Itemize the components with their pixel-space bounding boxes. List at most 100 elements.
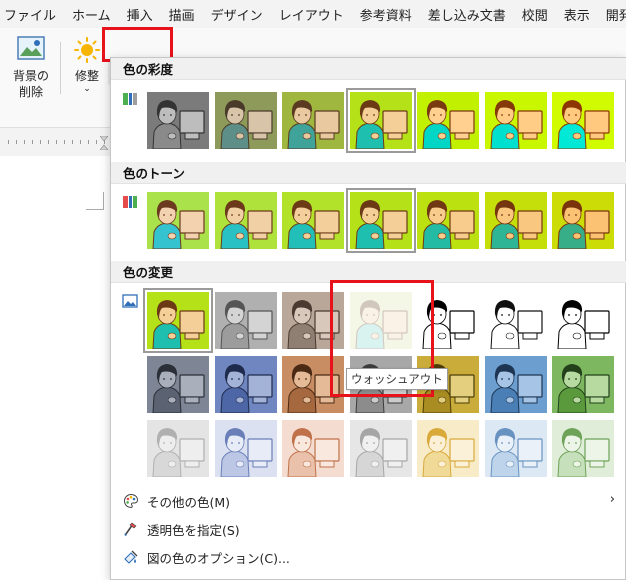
saturation-swatch[interactable] xyxy=(552,92,614,149)
person-at-computer-icon xyxy=(214,420,277,477)
person-at-computer-icon xyxy=(214,192,277,249)
person-at-computer-icon xyxy=(147,192,209,249)
sun-icon xyxy=(74,37,100,63)
recolor-swatch[interactable] xyxy=(214,356,277,413)
person-at-computer-icon xyxy=(484,192,547,249)
ruler-tick xyxy=(40,140,41,144)
saturation-swatch[interactable] xyxy=(484,92,547,149)
person-at-computer-icon xyxy=(282,92,344,149)
menu-references[interactable]: 参考資料 xyxy=(352,0,420,28)
tone-swatch[interactable] xyxy=(552,192,614,249)
recolor-swatch[interactable] xyxy=(147,356,209,413)
person-at-computer-icon xyxy=(417,192,479,249)
menu-mailings[interactable]: 差し込み文書 xyxy=(420,0,514,28)
menu-bar: ファイル ホーム 挿入 描画 デザイン レイアウト 参考資料 差し込み文書 校閲… xyxy=(0,0,626,28)
remove-background-label: 背景の 削除 xyxy=(13,68,49,100)
tone-swatch[interactable] xyxy=(345,188,416,253)
tone-swatch[interactable] xyxy=(147,192,209,249)
person-at-computer-icon xyxy=(552,356,614,413)
person-at-computer-icon xyxy=(349,420,412,477)
recolor-swatch[interactable] xyxy=(214,420,277,477)
menu-draw[interactable]: 描画 xyxy=(161,0,203,28)
menu-developer[interactable]: 開発 xyxy=(598,0,626,28)
corrections-button[interactable]: 修整 ⌄ xyxy=(70,36,104,94)
person-at-computer-icon xyxy=(147,356,209,413)
person-at-computer-icon xyxy=(417,92,479,149)
ruler-tick xyxy=(80,140,81,144)
menu-review[interactable]: 校閲 xyxy=(514,0,556,28)
person-at-computer-icon xyxy=(349,192,412,249)
ruler-tick xyxy=(8,140,9,144)
tone-swatch[interactable] xyxy=(282,192,344,249)
person-at-computer-icon xyxy=(552,292,614,349)
person-at-computer-icon xyxy=(484,292,547,349)
recolor-swatch[interactable] xyxy=(552,292,614,349)
saturation-swatch[interactable] xyxy=(214,92,277,149)
recolor-swatch[interactable] xyxy=(282,420,344,477)
saturation-swatch[interactable] xyxy=(147,92,209,149)
more-colors-label: その他の色(M) xyxy=(147,494,231,510)
saturation-icon xyxy=(123,93,137,105)
corrections-label: 修整 xyxy=(74,69,99,83)
person-at-computer-icon xyxy=(552,92,614,149)
ruler-tick xyxy=(96,140,97,144)
remove-background-label-line2: 削除 xyxy=(18,85,43,99)
remove-background-button[interactable]: 背景の 削除 xyxy=(10,34,52,100)
picture-color-options-label: 図の色のオプション(C)... xyxy=(147,550,290,566)
recolor-swatch[interactable] xyxy=(552,420,614,477)
person-at-computer-icon xyxy=(552,420,614,477)
picture-color-options-item[interactable]: 図の色のオプション(C)... xyxy=(111,544,626,570)
person-at-computer-icon xyxy=(214,356,277,413)
recolor-swatch[interactable] xyxy=(349,420,412,477)
menu-insert[interactable]: 挿入 xyxy=(119,0,161,28)
transparent-color-icon xyxy=(124,522,137,536)
recolor-swatch[interactable] xyxy=(484,420,547,477)
recolor-swatch[interactable] xyxy=(214,292,277,349)
chevron-down-icon: ⌄ xyxy=(83,84,91,94)
menu-design[interactable]: デザイン xyxy=(203,0,271,28)
chevron-right-icon: › xyxy=(609,492,615,507)
saturation-swatch[interactable] xyxy=(282,92,344,149)
menu-view[interactable]: 表示 xyxy=(556,0,598,28)
more-colors-item[interactable]: その他の色(M) › xyxy=(111,488,626,514)
ruler-tick xyxy=(88,140,89,144)
saturation-swatch[interactable] xyxy=(345,88,416,153)
menu-file[interactable]: ファイル xyxy=(0,0,64,28)
section-saturation-header: 色の彩度 xyxy=(111,58,626,80)
person-at-computer-icon xyxy=(147,92,209,149)
washout-tooltip: ウォッシュアウト xyxy=(346,368,448,390)
recolor-swatch[interactable] xyxy=(143,288,213,353)
remove-background-icon xyxy=(17,36,45,60)
set-transparent-color-label: 透明色を指定(S) xyxy=(147,522,240,538)
recolor-swatch[interactable] xyxy=(552,356,614,413)
recolor-swatch[interactable] xyxy=(147,420,209,477)
tone-swatch[interactable] xyxy=(417,192,479,249)
ruler-tick xyxy=(24,140,25,144)
person-at-computer-icon xyxy=(214,292,277,349)
recolor-swatch[interactable] xyxy=(484,292,547,349)
person-at-computer-icon xyxy=(147,292,209,349)
palette-icon xyxy=(124,493,139,509)
person-at-computer-icon xyxy=(349,92,412,149)
recolor-swatch[interactable] xyxy=(484,356,547,413)
ruler-tick xyxy=(64,140,65,144)
menu-home[interactable]: ホーム xyxy=(64,0,119,28)
saturation-swatch[interactable] xyxy=(417,92,479,149)
person-at-computer-icon xyxy=(484,356,547,413)
recolor-icon xyxy=(122,294,138,308)
person-at-computer-icon xyxy=(552,192,614,249)
ruler-tick xyxy=(48,140,49,144)
person-at-computer-icon xyxy=(484,92,547,149)
menu-layout[interactable]: レイアウト xyxy=(271,0,352,28)
tone-icon xyxy=(123,196,137,208)
person-at-computer-icon xyxy=(484,420,547,477)
set-transparent-color-item[interactable]: 透明色を指定(S) xyxy=(111,516,626,542)
person-at-computer-icon xyxy=(417,420,479,477)
tone-swatch[interactable] xyxy=(484,192,547,249)
ruler-tick xyxy=(32,140,33,144)
page-margin-corner xyxy=(86,192,104,210)
tone-swatch[interactable] xyxy=(214,192,277,249)
person-at-computer-icon xyxy=(282,192,344,249)
recolor-swatch[interactable] xyxy=(417,420,479,477)
person-at-computer-icon xyxy=(147,420,209,477)
